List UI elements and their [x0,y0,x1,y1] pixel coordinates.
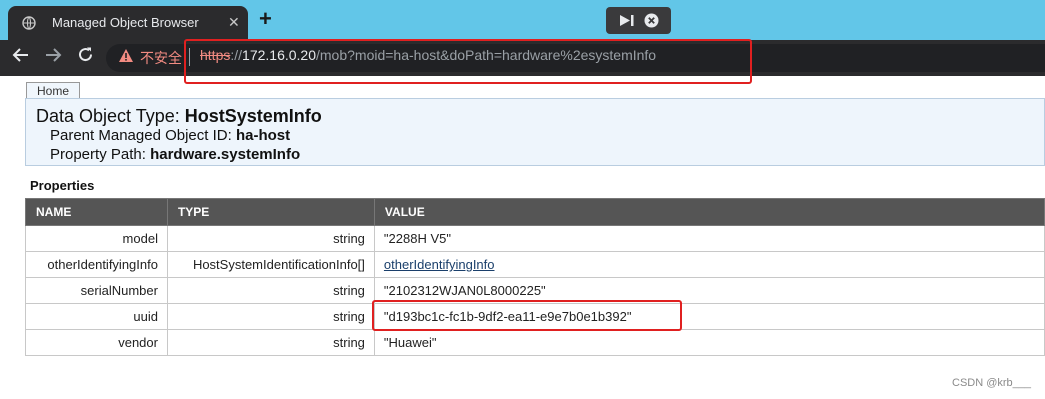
forward-icon[interactable] [44,47,62,63]
data-object-type: Data Object Type: HostSystemInfo [36,106,322,127]
warning-icon[interactable] [118,48,134,63]
property-name: otherIdentifyingInfo [25,251,168,278]
column-header-name: NAME [25,198,168,226]
url-highlight-box [184,39,752,84]
property-value: "Huawei" [373,329,1045,356]
table-row: model string "2288H V5" [25,225,1045,252]
property-path: Property Path: hardware.systemInfo [50,146,300,163]
table-header-row: NAME TYPE VALUE [25,198,1045,226]
properties-heading: Properties [30,178,95,193]
other-identifying-info-link[interactable]: otherIdentifyingInfo [384,257,495,272]
reload-icon[interactable] [77,46,94,63]
uuid-highlight-box [372,300,682,331]
watermark: CSDN @krb___ [952,377,1032,389]
property-type: HostSystemIdentificationInfo[] [166,251,375,278]
new-tab-button[interactable]: + [259,8,272,30]
property-type: string [166,277,375,304]
table-row: otherIdentifyingInfo HostSystemIdentific… [25,251,1045,278]
browser-tab[interactable]: Managed Object Browser ✕ [8,6,248,40]
property-type: string [166,225,375,252]
table-row: vendor string "Huawei" [25,329,1045,356]
property-value: otherIdentifyingInfo [373,251,1045,278]
parent-value: ha-host [235,127,291,144]
property-type: string [166,303,375,330]
parent-object: Parent Managed Object ID: ha-host [50,127,290,144]
property-name: vendor [25,329,168,356]
property-name: serialNumber [25,277,168,304]
property-name: uuid [25,303,168,330]
path-label: Property Path: [50,146,146,163]
security-status[interactable]: 不安全 [140,48,182,68]
property-name: model [25,225,168,252]
properties-table: NAME TYPE VALUE model string "2288H V5" … [25,198,1045,356]
path-value: hardware.systemInfo [150,146,301,163]
property-value: "2288H V5" [373,225,1045,252]
home-link[interactable]: Home [26,82,81,99]
tab-title: Managed Object Browser [52,15,199,30]
close-tab-icon[interactable]: ✕ [228,15,240,29]
globe-icon [22,16,36,30]
media-control[interactable] [606,7,671,34]
property-type: string [166,329,375,356]
cast-icon[interactable] [619,13,635,28]
close-circle-icon[interactable] [644,13,659,28]
parent-label: Parent Managed Object ID: [50,127,232,144]
data-object-type-value: HostSystemInfo [184,106,322,126]
column-header-value: VALUE [373,198,1045,226]
column-header-type: TYPE [166,198,375,226]
back-icon[interactable] [12,47,30,63]
data-object-type-label: Data Object Type: [36,106,180,126]
